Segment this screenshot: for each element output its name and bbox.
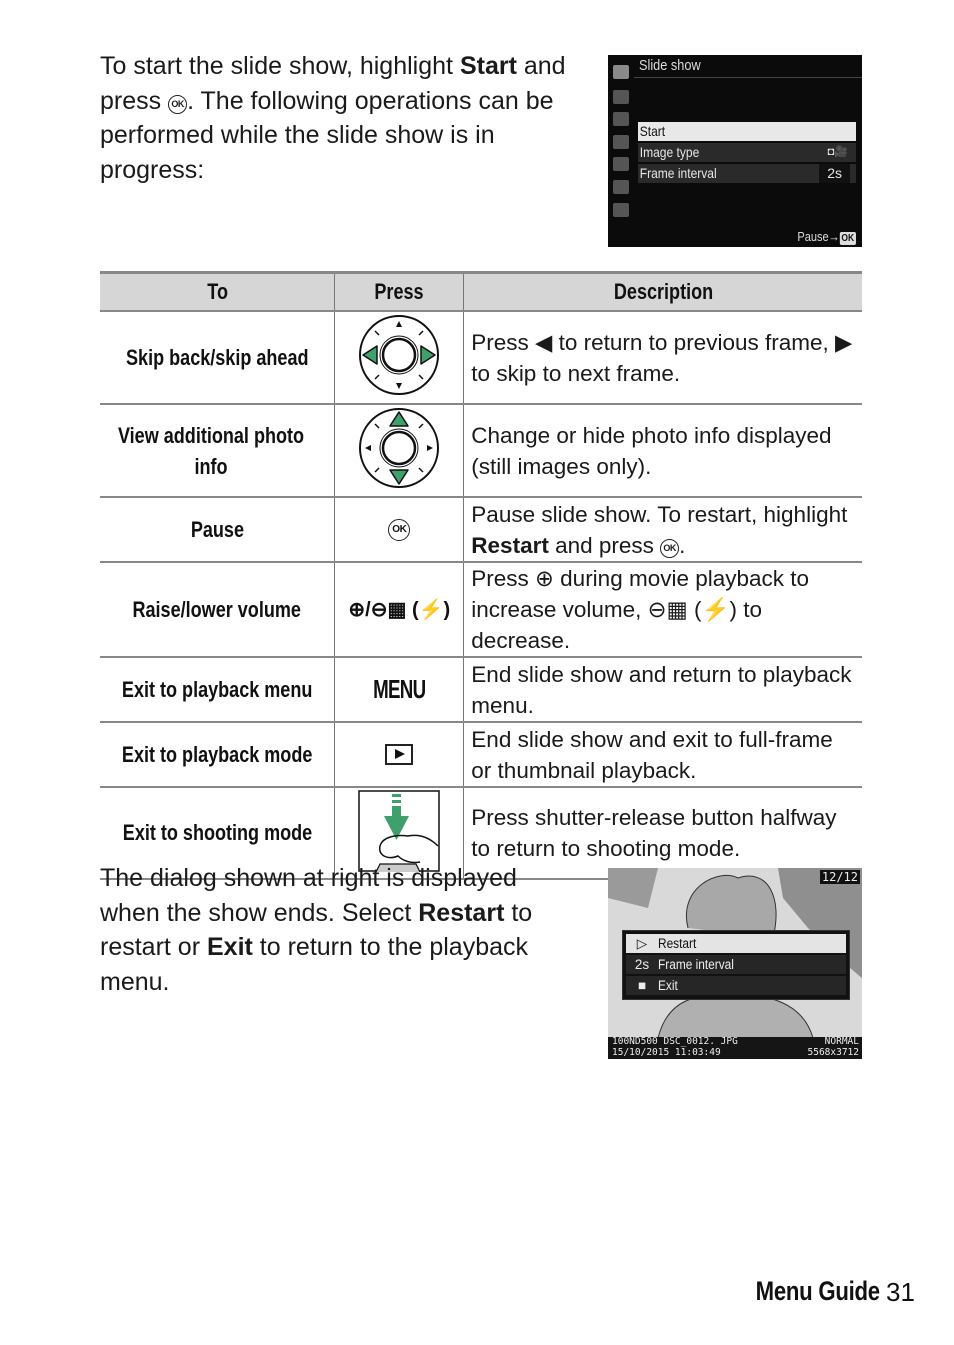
recent-settings-icon [613,203,629,217]
row-description: End slide show and exit to full-frame or… [463,722,862,788]
ok-button-icon: OK [388,518,411,541]
movie-icon [613,112,629,126]
menu-button-icon: MENU [373,674,426,704]
interval-badge: 2s [634,957,650,972]
row-description: Pause slide show. To restart, highlight … [463,497,862,563]
multi-selector-left-right-icon [359,315,440,395]
pencil-icon [613,135,629,149]
slide-show-operations-table: To Press Description Skip back/skip ahea… [100,271,862,880]
restart-keyword: Restart [418,898,505,927]
table-row: Raise/lower volume ⊕/⊖▦ (⚡) Press ⊕ duri… [100,562,862,658]
outro-paragraph: The dialog shown at right is displayed w… [100,864,533,996]
ok-button-icon: OK [168,94,188,114]
camera-icon [613,90,629,104]
frame-interval-value: 2s [819,164,850,183]
row-description: Change or hide photo info displayed (sti… [463,404,862,498]
screen-title: Slide show [639,57,701,74]
retouch-icon [613,180,629,194]
stop-icon: ■ [637,978,647,993]
playback-icon [613,65,629,79]
frame-counter: 12/12 [819,870,860,884]
end-dialog: ▷ Restart 2s Frame interval ■ Exit [622,930,850,1000]
play-outline-icon: ▷ [636,936,648,951]
intro-paragraph: To start the slide show, highlight Start… [100,52,566,184]
table-row: View additional photo info Change or hid… [100,404,862,498]
section-title: Menu Guide [755,1276,880,1306]
header-to: To [100,271,335,312]
ok-badge: OK [839,232,856,245]
multi-selector-up-down-icon [359,408,440,488]
shutter-release-icon [358,789,441,872]
row-description: Press ⊕ during movie playback to increas… [463,562,862,658]
table-header-row: To Press Description [100,271,862,312]
header-press: Press [334,271,464,312]
slide-show-menu-screen: Slide show Start Image type ◘🎥 Frame int… [608,55,862,247]
slide-show-end-dialog-screen: 12/12 ▷ Restart 2s Frame interval ■ Exit 10… [608,868,862,1059]
menu-item-frame-interval[interactable]: Frame interval 2s [638,164,856,183]
pause-hint: Pause→ OK [797,229,856,245]
exit-keyword: Exit [206,933,253,961]
playback-button-icon [385,744,414,765]
photo-info-bar: 100ND500 DSC_0012. JPG 15/10/2015 11:03:4… [608,1036,862,1059]
table-row: Skip back/skip ahead Press ◀ to return t… [100,311,862,405]
dialog-item-frame-interval[interactable]: 2s Frame interval [626,955,846,974]
wrench-icon [613,157,629,171]
page-number: 31 [886,1277,915,1307]
row-description: End slide show and return to playback me… [463,657,862,723]
dialog-item-exit[interactable]: ■ Exit [626,976,846,995]
menu-item-start[interactable]: Start [638,122,856,141]
table-row: Pause OK Pause slide show. To restart, h… [100,497,862,563]
menu-item-image-type[interactable]: Image type ◘🎥 [638,143,856,162]
title-divider [634,77,862,78]
zoom-in-out-icon: ⊕/⊖▦ (⚡) [348,599,451,621]
image-type-value: ◘🎥 [827,146,848,158]
row-description: Press ◀ to return to previous frame, ▶ t… [463,311,862,405]
dialog-item-restart[interactable]: ▷ Restart [626,934,846,953]
start-keyword: Start [459,52,517,80]
header-description: Description [463,271,862,312]
table-row: Exit to playback mode End slide show and… [100,722,862,788]
table-row: Exit to playback menu MENU End slide sho… [100,657,862,723]
ok-button-icon: OK [660,538,680,558]
menu-sidebar [608,55,634,247]
